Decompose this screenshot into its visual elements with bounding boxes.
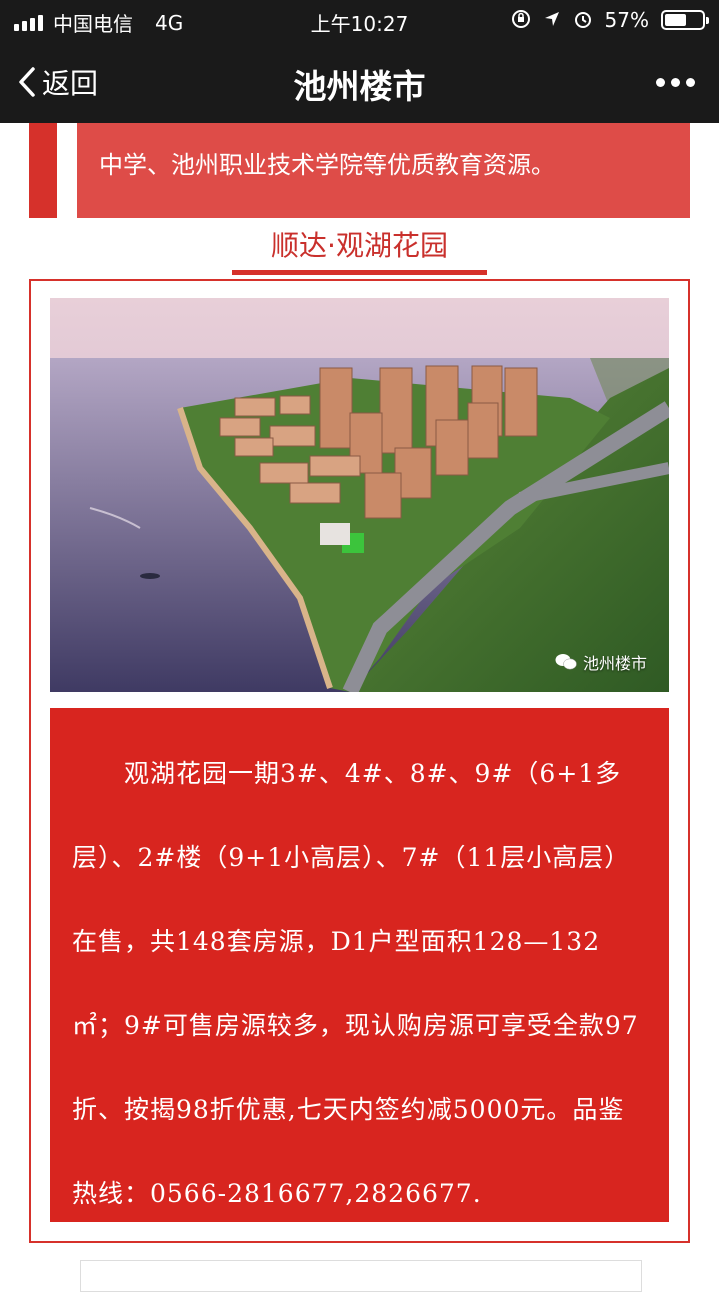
back-button[interactable]: 返回 <box>18 62 98 102</box>
project-rendering-image: 池州楼市 <box>50 298 669 692</box>
status-right: 57% <box>511 8 709 32</box>
more-menu-button[interactable] <box>656 78 695 87</box>
dot-icon <box>671 78 680 87</box>
intro-text: 中学、池州职业技术学院等优质教育资源。 <box>99 151 555 179</box>
project-description: 观湖花园一期3#、4#、8#、9#（6+1多层）、2#楼（9+1小高层）、7#（… <box>72 759 639 1208</box>
battery-fill <box>665 14 686 26</box>
section-title: 顺达·观湖花园 <box>271 229 448 262</box>
wechat-icon <box>555 654 577 670</box>
status-bar: 中国电信 4G 上午10:27 57% <box>0 0 719 40</box>
rotation-lock-icon <box>511 9 531 32</box>
project-description-box: 观湖花园一期3#、4#、8#、9#（6+1多层）、2#楼（9+1小高层）、7#（… <box>50 708 669 1222</box>
dot-icon <box>656 78 665 87</box>
watermark: 池州楼市 <box>555 650 647 674</box>
watermark-label: 池州楼市 <box>582 654 647 673</box>
chevron-left-icon <box>19 67 35 97</box>
section-underline <box>232 270 487 275</box>
page-title: 池州楼市 <box>293 67 426 106</box>
alarm-icon <box>573 9 593 32</box>
battery-icon <box>661 10 709 30</box>
aerial-view-illustration <box>50 298 669 692</box>
back-label: 返回 <box>42 67 99 100</box>
next-card <box>80 1260 642 1292</box>
location-icon <box>543 10 561 31</box>
nav-bar: 返回 池州楼市 <box>0 40 719 123</box>
dot-icon <box>686 78 695 87</box>
intro-box: 中学、池州职业技术学院等优质教育资源。 <box>77 123 690 218</box>
decorative-bar <box>29 123 57 218</box>
battery-percent: 57% <box>604 8 649 32</box>
